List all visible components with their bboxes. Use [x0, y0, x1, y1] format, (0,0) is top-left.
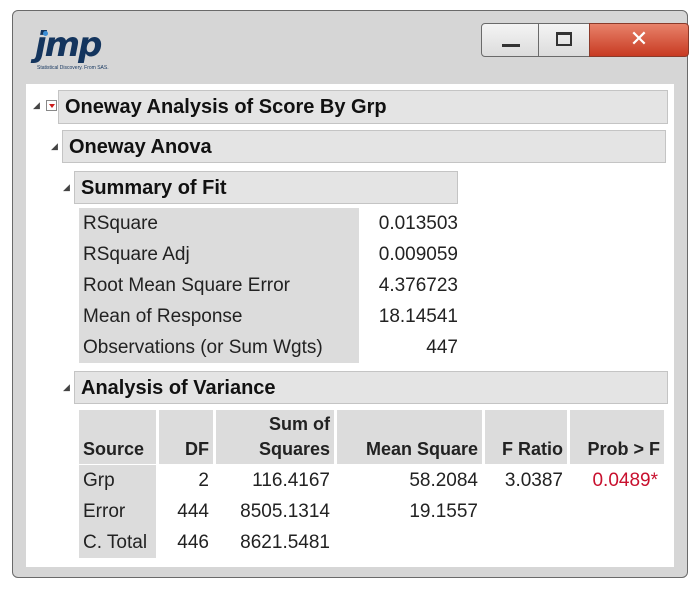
variance-title: Analysis of Variance — [81, 377, 276, 399]
summary-value: 0.009059 — [378, 244, 458, 265]
row-df: 444 — [177, 501, 209, 522]
anova-title: Oneway Anova — [69, 136, 212, 158]
summary-value: 18.14541 — [378, 306, 458, 327]
header-ss-line2: Squares — [258, 439, 330, 459]
summary-title: Summary of Fit — [81, 177, 227, 199]
disclosure-triangle-icon[interactable]: ◢ — [63, 182, 70, 193]
summary-of-fit-header[interactable]: Summary of Fit — [74, 171, 458, 204]
row-ms: 19.1557 — [409, 501, 478, 522]
row-source: Grp — [79, 465, 156, 496]
row-ms: 58.2084 — [409, 470, 478, 491]
disclosure-triangle-icon[interactable]: ◢ — [33, 100, 40, 111]
row-ss: 116.4167 — [252, 470, 330, 491]
header-source: Source — [83, 439, 145, 459]
red-triangle-menu-icon[interactable] — [46, 100, 57, 111]
row-df: 2 — [198, 470, 209, 491]
summary-label: Mean of Response — [79, 301, 359, 332]
summary-value: 447 — [426, 337, 458, 358]
header-p: Prob > F — [587, 439, 660, 459]
summary-label: RSquare — [79, 208, 359, 239]
header-ms: Mean Square — [365, 439, 478, 459]
row-source: C. Total — [79, 527, 156, 558]
summary-value: 4.376723 — [378, 275, 458, 296]
row-ss: 8505.1314 — [240, 501, 330, 522]
row-f: 3.0387 — [504, 470, 563, 491]
report-title: Oneway Analysis of Score By Grp — [65, 96, 387, 118]
summary-label: Observations (or Sum Wgts) — [79, 332, 359, 363]
col-header-f-ratio: F Ratio — [485, 410, 567, 464]
row-p: 0.0489* — [592, 470, 658, 491]
row-source: Error — [79, 496, 156, 527]
summary-label: Root Mean Square Error — [79, 270, 359, 301]
disclosure-triangle-icon[interactable]: ◢ — [51, 141, 58, 152]
col-header-source: Source — [79, 410, 156, 464]
header-df: DF — [185, 439, 209, 459]
col-header-mean-square: Mean Square — [337, 410, 482, 464]
col-header-df: DF — [159, 410, 213, 464]
row-ss: 8621.5481 — [240, 532, 330, 553]
summary-value: 0.013503 — [378, 213, 458, 234]
report-area: ◢ Oneway Analysis of Score By Grp ◢ Onew… — [0, 0, 700, 592]
oneway-anova-header[interactable]: Oneway Anova — [62, 130, 666, 163]
col-header-prob: Prob > F — [570, 410, 664, 464]
row-df: 446 — [177, 532, 209, 553]
analysis-of-variance-header[interactable]: Analysis of Variance — [74, 371, 668, 404]
summary-label: RSquare Adj — [79, 239, 359, 270]
header-ss-line1: Sum of — [269, 414, 330, 434]
disclosure-triangle-icon[interactable]: ◢ — [63, 382, 70, 393]
col-header-sum-of-squares: Sum of Squares — [216, 410, 334, 464]
header-f: F Ratio — [502, 439, 563, 459]
oneway-analysis-header[interactable]: Oneway Analysis of Score By Grp — [58, 90, 668, 124]
